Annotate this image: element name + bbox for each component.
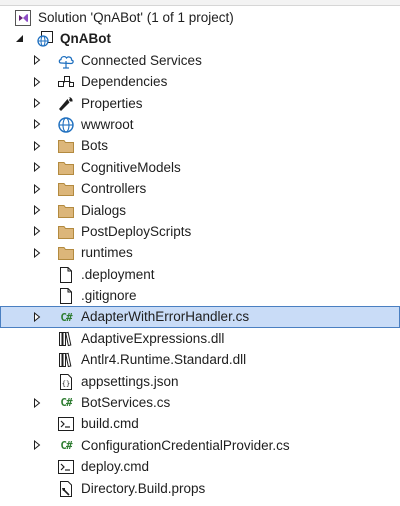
expand-arrow-icon[interactable]: [31, 306, 43, 327]
expand-arrow-icon[interactable]: [31, 435, 43, 456]
tree-item-appsettings-json[interactable]: {} appsettings.json: [0, 371, 400, 392]
csharp-file-icon: C#: [60, 439, 72, 453]
tree-item-label: runtimes: [81, 245, 133, 261]
folder-icon: [57, 137, 75, 155]
folder-icon: [57, 180, 75, 198]
cmd-script-icon: [57, 415, 75, 433]
tree-item-label: Controllers: [81, 181, 147, 197]
tree-item-build-cmd[interactable]: build.cmd: [0, 413, 400, 434]
tree-item-label: wwwroot: [81, 116, 134, 132]
tree-item-label: ConfigurationCredentialProvider.cs: [81, 437, 290, 453]
expand-arrow-icon[interactable]: [31, 157, 43, 178]
props-file-icon: [57, 480, 75, 498]
expand-arrow-icon[interactable]: [31, 200, 43, 221]
tree-item-properties[interactable]: Properties: [0, 93, 400, 114]
tree-item-directory-build-props[interactable]: Directory.Build.props: [0, 478, 400, 499]
solution-node[interactable]: Solution 'QnABot' (1 of 1 project): [0, 7, 400, 28]
tree-item-configurationcredentialprovider[interactable]: C# ConfigurationCredentialProvider.cs: [0, 435, 400, 456]
svg-text:{}: {}: [62, 380, 70, 388]
tree-item-label: CognitiveModels: [81, 159, 181, 175]
project-label: QnABot: [60, 31, 111, 47]
file-icon: [57, 266, 75, 284]
tree-item-folder-postdeployscripts[interactable]: PostDeployScripts: [0, 221, 400, 242]
tree-item-wwwroot[interactable]: wwwroot: [0, 114, 400, 135]
cmd-script-icon: [57, 458, 75, 476]
header-edge: [0, 0, 400, 6]
file-icon: [57, 287, 75, 305]
tree-item-file-deployment[interactable]: .deployment: [0, 264, 400, 285]
tree-item-folder-cognitivemodels[interactable]: CognitiveModels: [0, 157, 400, 178]
tree-item-file-gitignore[interactable]: .gitignore: [0, 285, 400, 306]
tree-item-label: AdaptiveExpressions.dll: [81, 330, 225, 346]
expand-arrow-icon[interactable]: [31, 93, 43, 114]
expand-arrow-icon[interactable]: [31, 50, 43, 71]
tree-item-label: BotServices.cs: [81, 395, 171, 411]
csharp-file-icon: C#: [60, 310, 72, 324]
tree-item-label: appsettings.json: [81, 373, 179, 389]
tree-item-label: Directory.Build.props: [81, 480, 206, 496]
tree-item-deploy-cmd[interactable]: deploy.cmd: [0, 456, 400, 477]
tree-item-connected-services[interactable]: Connected Services: [0, 50, 400, 71]
visual-studio-solution-icon: [14, 9, 32, 27]
expand-arrow-icon[interactable]: [31, 221, 43, 242]
tree-item-label: Connected Services: [81, 52, 202, 68]
expand-arrow-icon[interactable]: [31, 135, 43, 156]
dll-icon: [57, 330, 75, 348]
tree-item-label: AdapterWithErrorHandler.cs: [81, 309, 250, 325]
expand-arrow-icon[interactable]: [31, 71, 43, 92]
tree-item-folder-dialogs[interactable]: Dialogs: [0, 200, 400, 221]
solution-explorer-tree: Solution 'QnABot' (1 of 1 project) QnABo…: [0, 7, 400, 499]
expand-arrow-icon[interactable]: [31, 392, 43, 413]
collapse-triangle-icon[interactable]: [13, 28, 25, 49]
expand-arrow-icon[interactable]: [31, 242, 43, 263]
tree-item-label: .gitignore: [81, 288, 137, 304]
tree-item-label: Bots: [81, 138, 109, 154]
csharp-file-icon: C#: [60, 396, 72, 410]
tree-item-label: Antlr4.Runtime.Standard.dll: [81, 352, 247, 368]
globe-icon: [57, 116, 75, 134]
tree-item-label: Dialogs: [81, 202, 127, 218]
tree-item-adapterwitherrorhandler[interactable]: C# AdapterWithErrorHandler.cs: [0, 306, 400, 328]
folder-icon: [57, 223, 75, 241]
tree-item-botservices[interactable]: C# BotServices.cs: [0, 392, 400, 413]
properties-wrench-icon: [57, 95, 75, 113]
tree-item-label: Dependencies: [81, 74, 168, 90]
tree-item-label: PostDeployScripts: [81, 223, 192, 239]
tree-item-label: .deployment: [81, 266, 155, 282]
web-project-globe-icon: [36, 30, 54, 48]
tree-item-folder-runtimes[interactable]: runtimes: [0, 242, 400, 263]
tree-item-label: build.cmd: [81, 416, 139, 432]
tree-item-folder-bots[interactable]: Bots: [0, 135, 400, 156]
tree-item-label: deploy.cmd: [81, 459, 150, 475]
expand-arrow-icon[interactable]: [31, 178, 43, 199]
dependencies-icon: [57, 73, 75, 91]
tree-item-antlr4-dll[interactable]: Antlr4.Runtime.Standard.dll: [0, 349, 400, 370]
dll-icon: [57, 351, 75, 369]
folder-icon: [57, 244, 75, 262]
tree-item-dependencies[interactable]: Dependencies: [0, 71, 400, 92]
expand-arrow-icon[interactable]: [31, 114, 43, 135]
project-node[interactable]: QnABot: [0, 28, 400, 49]
tree-item-folder-controllers[interactable]: Controllers: [0, 178, 400, 199]
tree-item-adaptiveexpressions-dll[interactable]: AdaptiveExpressions.dll: [0, 328, 400, 349]
folder-icon: [57, 159, 75, 177]
solution-label: Solution 'QnABot' (1 of 1 project): [38, 10, 234, 25]
tree-item-label: Properties: [81, 95, 143, 111]
folder-icon: [57, 202, 75, 220]
connected-services-icon: [57, 52, 75, 70]
json-icon: {}: [57, 373, 75, 391]
